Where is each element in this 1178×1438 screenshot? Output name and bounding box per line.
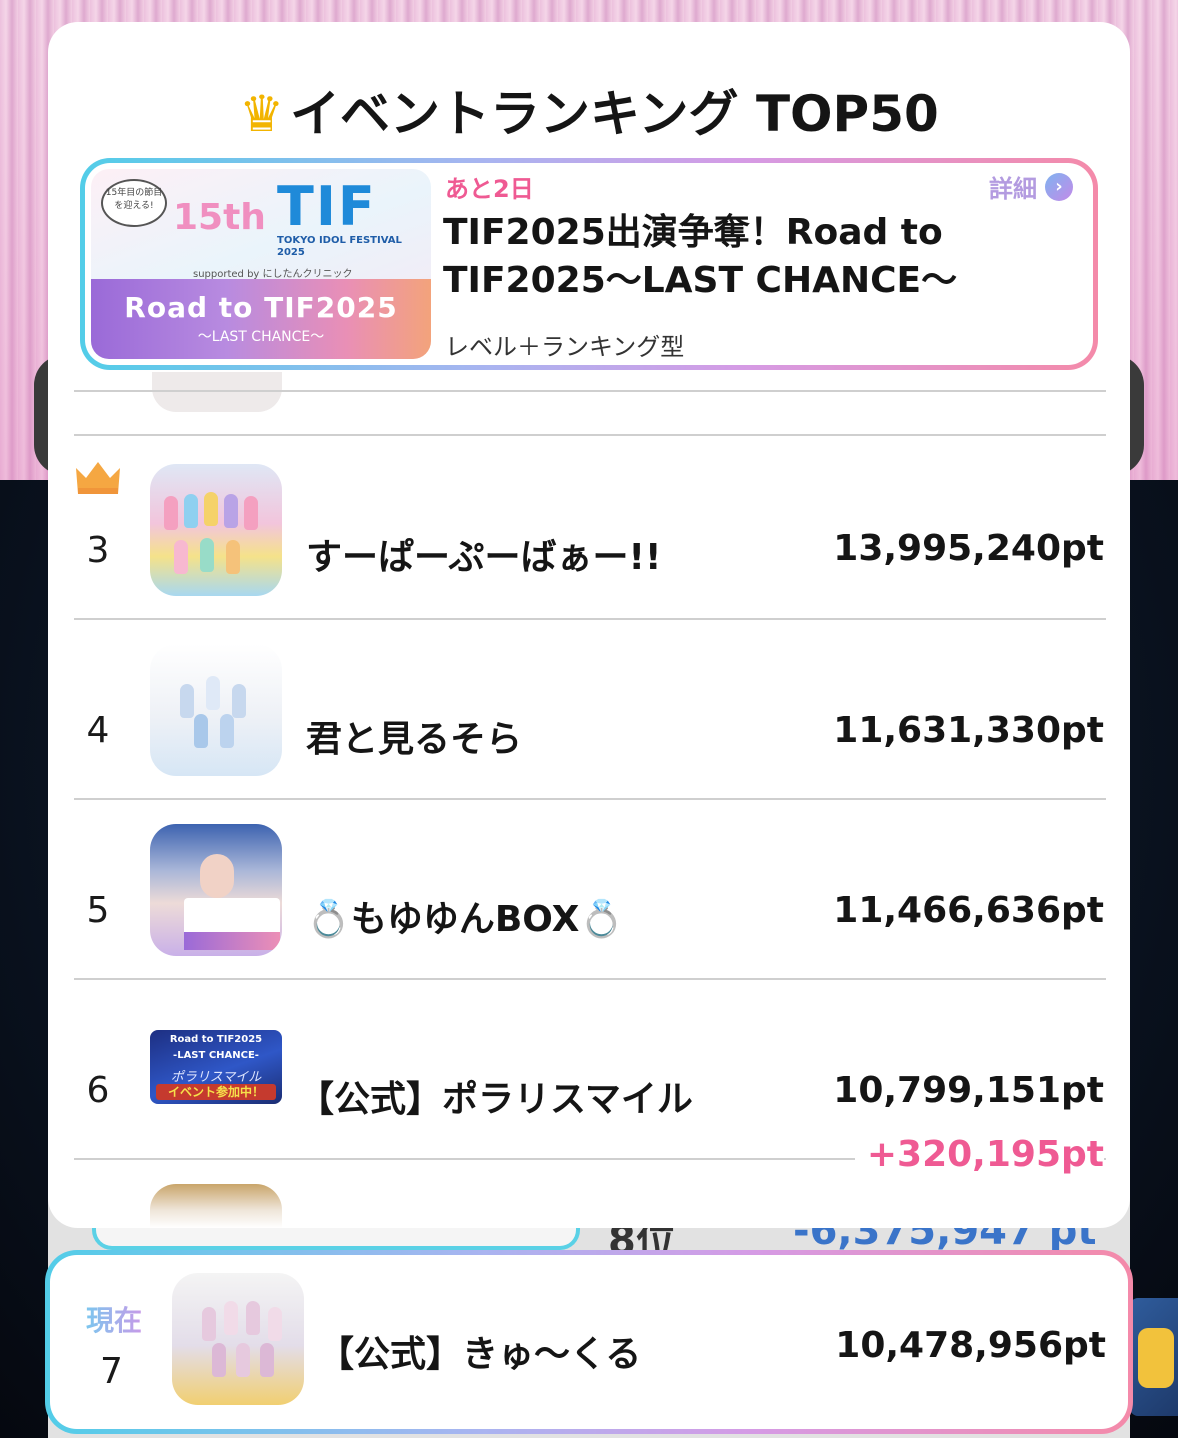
group-name: すーぱーぷーばぁー!! [306, 537, 662, 578]
current-rank-bar[interactable]: 現在 7 【公式】きゅ～くる 10,478,956pt [45, 1250, 1133, 1434]
thumb-line4: イベント参加中！ [156, 1084, 276, 1100]
points-gap: +320,195pt [854, 1134, 1104, 1175]
group-name: 💍もゆゆんBOX💍 [306, 899, 625, 940]
crown-icon [76, 462, 120, 494]
background-gold-badge [1130, 1298, 1178, 1416]
event-title: TIF2025出演争奪！Road to TIF2025～LAST CHANCE～ [443, 212, 958, 301]
divider [74, 390, 1106, 392]
current-rank-number: 7 [100, 1351, 123, 1392]
details-label: 詳細 [989, 175, 1037, 203]
points: 11,631,330pt [833, 710, 1104, 751]
divider [74, 434, 1106, 436]
tif-logo: TIF [277, 175, 377, 238]
remaining-days: あと2日 [445, 175, 534, 203]
chevron-right-icon: › [1045, 172, 1073, 201]
rank-number: 5 [86, 890, 110, 931]
rank-number: 3 [86, 530, 110, 571]
thumb-line2: -LAST CHANCE- [173, 1050, 259, 1061]
group-name: 【公式】ポラリスマイル [298, 1079, 693, 1120]
group-avatar: Road to TIF2025 -LAST CHANCE- ポラリスマイル イベ… [150, 1030, 282, 1104]
ranking-row[interactable]: 6 Road to TIF2025 -LAST CHANCE- ポラリスマイル … [48, 978, 1130, 1158]
sponsor-text: supported by にしたんクリニック [193, 269, 353, 280]
group-avatar [150, 644, 282, 776]
ranking-panel: ♛ イベントランキング TOP50 15年目の節目を迎える! 15th TIF T… [48, 22, 1130, 1228]
details-link[interactable]: 詳細 › [989, 169, 1073, 204]
event-banner-image: 15年目の節目を迎える! 15th TIF TOKYO IDOL FESTIVA… [91, 169, 431, 359]
group-avatar [150, 464, 282, 596]
ranking-row[interactable]: 5 💍もゆゆんBOX💍 11,466,636pt [48, 798, 1130, 978]
rank-number: 4 [86, 710, 110, 751]
rank-number: 6 [86, 1070, 110, 1111]
anniversary-mark: 15th [173, 197, 266, 238]
group-name: 君と見るそら [306, 719, 523, 760]
anniversary-badge: 15年目の節目を迎える! [101, 179, 167, 227]
next-row-avatar [150, 1184, 282, 1228]
current-group-avatar [172, 1273, 304, 1405]
ranking-title-text: イベントランキング TOP50 [290, 85, 939, 143]
points: 13,995,240pt [833, 528, 1104, 569]
road-subtitle: ～LAST CHANCE～ [197, 329, 325, 345]
event-type: レベル＋ランキング型 [445, 333, 685, 361]
crown-icon: ♛ [239, 85, 285, 143]
tif-logo-subtitle: TOKYO IDOL FESTIVAL 2025 [277, 235, 402, 258]
previous-row-avatar [152, 372, 282, 412]
thumb-line3: ポラリスマイル [170, 1070, 262, 1085]
road-title: Road to TIF2025 [124, 291, 398, 324]
current-label: 現在 [86, 1299, 142, 1339]
ranking-title: ♛ イベントランキング TOP50 [48, 84, 1130, 144]
current-group-name: 【公式】きゅ～くる [318, 1334, 642, 1375]
points: 10,799,151pt [833, 1070, 1104, 1111]
ranking-row[interactable]: 4 君と見るそら 11,631,330pt [48, 618, 1130, 798]
group-avatar [150, 824, 282, 956]
event-banner[interactable]: 15年目の節目を迎える! 15th TIF TOKYO IDOL FESTIVA… [80, 158, 1098, 370]
road-band: Road to TIF2025 ～LAST CHANCE～ [91, 279, 431, 359]
points: 11,466,636pt [833, 890, 1104, 931]
current-points: 10,478,956pt [835, 1325, 1106, 1366]
thumb-line1: Road to TIF2025 [169, 1034, 263, 1045]
ranking-row[interactable]: 3 すーぱーぷーばぁー!! 13,995,240pt [48, 438, 1130, 618]
